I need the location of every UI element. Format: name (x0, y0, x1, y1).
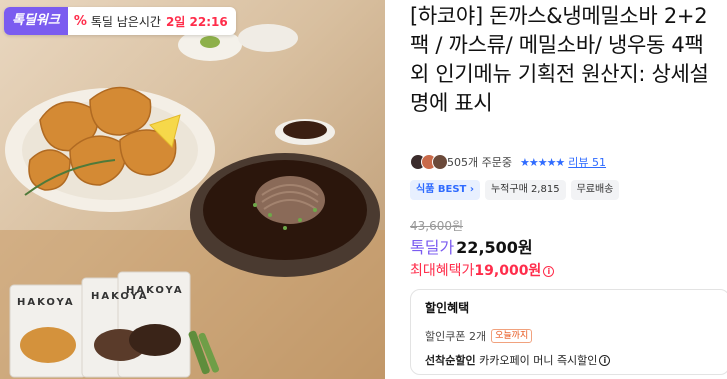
deal-timer-value: 2일 22:16 (165, 14, 228, 29)
pack-brand-3: HAKOYA (126, 285, 184, 296)
max-benefit-label: 최대혜택가 (410, 263, 475, 279)
deal-timer-label: 톡딜 남은시간 (90, 14, 161, 29)
percent-icon: % (73, 13, 87, 29)
rating-stars-icon: ★★★★★ (519, 155, 565, 169)
first-come-text: 카카오페이 머니 즉시할인 (479, 354, 598, 367)
best-tag[interactable]: 식품 BEST › (410, 180, 480, 200)
best-tag-label: 식품 BEST (416, 184, 467, 195)
deal-price-row: 톡딜가 22,500원 (410, 234, 533, 258)
info-icon[interactable]: i (543, 266, 555, 277)
deal-timer-banner: 톡딜워크 % 톡딜 남은시간 2일 22:16 (4, 7, 236, 35)
deal-price-label: 톡딜가 (410, 238, 455, 257)
order-count: 505개 주문중 (447, 156, 512, 169)
avatar (432, 154, 448, 170)
first-come-discount-row: 선착순할인 카카오페이 머니 즉시할인 i (425, 352, 715, 368)
chevron-right-icon: › (466, 184, 474, 195)
product-image[interactable]: HAKOYA HAKOYA HAKOYA 톡딜워크 % 톡딜 남은시간 2일 2… (0, 0, 385, 379)
today-only-badge: 오늘까지 (491, 329, 533, 343)
discount-title: 할인혜택 (425, 301, 470, 315)
coupon-text: 할인쿠폰 2개 (425, 330, 487, 343)
product-info: [하코야] 돈까스&냉메밀소바 2+2팩 / 까스류/ 메밀소바/ 냉우동 4팩… (410, 0, 727, 379)
first-come-label: 선착순할인 (425, 354, 476, 367)
free-shipping-tag: 무료배송 (570, 180, 620, 200)
max-benefit-row: 최대혜택가19,000원 i (410, 260, 555, 280)
tag-row: 식품 BEST › 누적구매 2,815 무료배송 (410, 180, 620, 200)
food-illustration (0, 24, 385, 379)
cumulative-purchase-tag: 누적구매 2,815 (484, 180, 566, 200)
deal-price-value: 22,500원 (456, 238, 533, 257)
rating-row: 505개 주문중 ★★★★★ 리뷰 51 (410, 153, 606, 171)
deal-timer: % 톡딜 남은시간 2일 22:16 (68, 13, 236, 30)
original-price: 43,600원 (410, 219, 464, 233)
product-page: HAKOYA HAKOYA HAKOYA 톡딜워크 % 톡딜 남은시간 2일 2… (0, 0, 727, 379)
discount-benefits-box: 할인혜택 할인쿠폰 2개 오늘까지 선착순할인 카카오페이 머니 즉시할인 i (410, 289, 727, 375)
deal-badge: 톡딜워크 (4, 7, 68, 35)
coupon-row[interactable]: 할인쿠폰 2개 오늘까지 (425, 328, 715, 344)
info-icon[interactable]: i (599, 355, 611, 366)
max-benefit-value: 19,000원 (474, 263, 542, 279)
product-title: [하코야] 돈까스&냉메밀소바 2+2팩 / 까스류/ 메밀소바/ 냉우동 4팩… (410, 4, 709, 115)
buyer-avatars (410, 154, 448, 170)
pack-brand-1: HAKOYA (17, 297, 75, 308)
review-link[interactable]: 리뷰 51 (568, 154, 606, 170)
